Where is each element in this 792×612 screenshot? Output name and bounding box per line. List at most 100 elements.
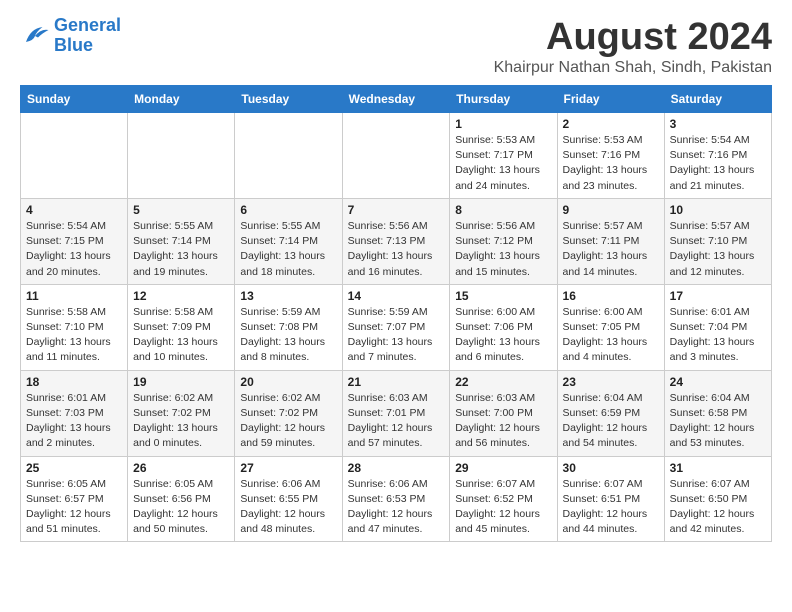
page-header: General Blue August 2024 Khairpur Nathan… (20, 16, 772, 77)
day-info: Sunrise: 5:59 AM Sunset: 7:08 PM Dayligh… (240, 305, 336, 366)
day-info: Sunrise: 5:56 AM Sunset: 7:12 PM Dayligh… (455, 219, 551, 280)
calendar-cell: 13 Sunrise: 5:59 AM Sunset: 7:08 PM Dayli… (235, 284, 342, 370)
logo-text: General Blue (54, 16, 121, 56)
day-info: Sunrise: 6:04 AM Sunset: 6:58 PM Dayligh… (670, 391, 766, 452)
day-number: 22 (455, 375, 551, 389)
calendar-cell: 30Sunrise: 6:07 AM Sunset: 6:51 PM Dayli… (557, 456, 664, 542)
day-info: Sunrise: 5:55 AM Sunset: 7:14 PM Dayligh… (240, 219, 336, 280)
day-info: Sunrise: 5:53 AM Sunset: 7:17 PM Dayligh… (455, 133, 551, 194)
day-number: 15 (455, 289, 551, 303)
day-info: Sunrise: 5:56 AM Sunset: 7:13 PM Dayligh… (348, 219, 445, 280)
day-number: 10 (670, 203, 766, 217)
day-info: Sunrise: 6:03 AM Sunset: 7:01 PM Dayligh… (348, 391, 445, 452)
day-info: Sunrise: 5:58 AM Sunset: 7:09 PM Dayligh… (133, 305, 229, 366)
calendar-cell: 5Sunrise: 5:55 AM Sunset: 7:14 PM Daylig… (128, 198, 235, 284)
weekday-header-wednesday: Wednesday (342, 86, 450, 113)
day-info: Sunrise: 6:07 AM Sunset: 6:50 PM Dayligh… (670, 477, 766, 538)
weekday-header-row: SundayMondayTuesdayWednesdayThursdayFrid… (21, 86, 772, 113)
day-number: 27 (240, 461, 336, 475)
calendar-cell: 4 Sunrise: 5:54 AM Sunset: 7:15 PM Daylig… (21, 198, 128, 284)
weekday-header-monday: Monday (128, 86, 235, 113)
calendar-cell: 2 Sunrise: 5:53 AM Sunset: 7:16 PM Daylig… (557, 113, 664, 199)
day-number: 29 (455, 461, 551, 475)
day-info: Sunrise: 6:05 AM Sunset: 6:57 PM Dayligh… (26, 477, 122, 538)
calendar-cell: 29 Sunrise: 6:07 AM Sunset: 6:52 PM Dayli… (450, 456, 557, 542)
calendar-week-1: 1 Sunrise: 5:53 AM Sunset: 7:17 PM Daylig… (21, 113, 772, 199)
day-info: Sunrise: 5:54 AM Sunset: 7:16 PM Dayligh… (670, 133, 766, 194)
day-number: 1 (455, 117, 551, 131)
logo: General Blue (20, 16, 121, 56)
day-info: Sunrise: 5:54 AM Sunset: 7:15 PM Dayligh… (26, 219, 122, 280)
day-info: Sunrise: 6:06 AM Sunset: 6:53 PM Dayligh… (348, 477, 445, 538)
day-info: Sunrise: 5:59 AM Sunset: 7:07 PM Dayligh… (348, 305, 445, 366)
weekday-header-saturday: Saturday (664, 86, 771, 113)
day-info: Sunrise: 6:07 AM Sunset: 6:51 PM Dayligh… (563, 477, 659, 538)
day-number: 6 (240, 203, 336, 217)
day-number: 20 (240, 375, 336, 389)
calendar-cell: 9Sunrise: 5:57 AM Sunset: 7:11 PM Daylig… (557, 198, 664, 284)
location-title: Khairpur Nathan Shah, Sindh, Pakistan (494, 59, 772, 77)
day-info: Sunrise: 6:03 AM Sunset: 7:00 PM Dayligh… (455, 391, 551, 452)
calendar-cell: 23Sunrise: 6:04 AM Sunset: 6:59 PM Dayli… (557, 370, 664, 456)
calendar-cell: 6 Sunrise: 5:55 AM Sunset: 7:14 PM Daylig… (235, 198, 342, 284)
day-number: 26 (133, 461, 229, 475)
weekday-header-friday: Friday (557, 86, 664, 113)
day-number: 16 (563, 289, 659, 303)
day-info: Sunrise: 6:05 AM Sunset: 6:56 PM Dayligh… (133, 477, 229, 538)
calendar-cell: 11Sunrise: 5:58 AM Sunset: 7:10 PM Dayli… (21, 284, 128, 370)
day-number: 2 (563, 117, 659, 131)
calendar-cell: 20 Sunrise: 6:02 AM Sunset: 7:02 PM Dayli… (235, 370, 342, 456)
calendar-cell (128, 113, 235, 199)
day-number: 18 (26, 375, 122, 389)
day-number: 13 (240, 289, 336, 303)
calendar-cell: 24 Sunrise: 6:04 AM Sunset: 6:58 PM Dayli… (664, 370, 771, 456)
calendar-cell: 7 Sunrise: 5:56 AM Sunset: 7:13 PM Daylig… (342, 198, 450, 284)
calendar-cell: 21Sunrise: 6:03 AM Sunset: 7:01 PM Dayli… (342, 370, 450, 456)
calendar-table: SundayMondayTuesdayWednesdayThursdayFrid… (20, 85, 772, 542)
weekday-header-tuesday: Tuesday (235, 86, 342, 113)
calendar-cell: 3 Sunrise: 5:54 AM Sunset: 7:16 PM Daylig… (664, 113, 771, 199)
calendar-cell: 12Sunrise: 5:58 AM Sunset: 7:09 PM Dayli… (128, 284, 235, 370)
calendar-cell: 22 Sunrise: 6:03 AM Sunset: 7:00 PM Dayli… (450, 370, 557, 456)
weekday-header-thursday: Thursday (450, 86, 557, 113)
day-info: Sunrise: 5:55 AM Sunset: 7:14 PM Dayligh… (133, 219, 229, 280)
calendar-week-3: 11Sunrise: 5:58 AM Sunset: 7:10 PM Dayli… (21, 284, 772, 370)
day-number: 9 (563, 203, 659, 217)
day-number: 7 (348, 203, 445, 217)
calendar-cell: 1 Sunrise: 5:53 AM Sunset: 7:17 PM Daylig… (450, 113, 557, 199)
calendar-cell: 28 Sunrise: 6:06 AM Sunset: 6:53 PM Dayli… (342, 456, 450, 542)
day-info: Sunrise: 6:00 AM Sunset: 7:05 PM Dayligh… (563, 305, 659, 366)
day-number: 3 (670, 117, 766, 131)
day-info: Sunrise: 5:53 AM Sunset: 7:16 PM Dayligh… (563, 133, 659, 194)
day-number: 31 (670, 461, 766, 475)
calendar-cell: 18 Sunrise: 6:01 AM Sunset: 7:03 PM Dayli… (21, 370, 128, 456)
calendar-cell: 26 Sunrise: 6:05 AM Sunset: 6:56 PM Dayli… (128, 456, 235, 542)
day-number: 28 (348, 461, 445, 475)
day-info: Sunrise: 6:01 AM Sunset: 7:04 PM Dayligh… (670, 305, 766, 366)
month-title: August 2024 (494, 16, 772, 59)
logo-icon (20, 21, 50, 51)
calendar-week-4: 18 Sunrise: 6:01 AM Sunset: 7:03 PM Dayli… (21, 370, 772, 456)
day-info: Sunrise: 6:02 AM Sunset: 7:02 PM Dayligh… (240, 391, 336, 452)
calendar-cell (342, 113, 450, 199)
day-number: 23 (563, 375, 659, 389)
day-info: Sunrise: 6:00 AM Sunset: 7:06 PM Dayligh… (455, 305, 551, 366)
calendar-cell: 10Sunrise: 5:57 AM Sunset: 7:10 PM Dayli… (664, 198, 771, 284)
day-info: Sunrise: 6:01 AM Sunset: 7:03 PM Dayligh… (26, 391, 122, 452)
calendar-cell: 25 Sunrise: 6:05 AM Sunset: 6:57 PM Dayli… (21, 456, 128, 542)
calendar-cell: 17 Sunrise: 6:01 AM Sunset: 7:04 PM Dayli… (664, 284, 771, 370)
day-number: 4 (26, 203, 122, 217)
day-number: 17 (670, 289, 766, 303)
calendar-cell: 14Sunrise: 5:59 AM Sunset: 7:07 PM Dayli… (342, 284, 450, 370)
day-number: 25 (26, 461, 122, 475)
day-number: 8 (455, 203, 551, 217)
calendar-cell: 19Sunrise: 6:02 AM Sunset: 7:02 PM Dayli… (128, 370, 235, 456)
title-block: August 2024 Khairpur Nathan Shah, Sindh,… (494, 16, 772, 77)
calendar-week-2: 4 Sunrise: 5:54 AM Sunset: 7:15 PM Daylig… (21, 198, 772, 284)
weekday-header-sunday: Sunday (21, 86, 128, 113)
day-info: Sunrise: 6:07 AM Sunset: 6:52 PM Dayligh… (455, 477, 551, 538)
day-number: 24 (670, 375, 766, 389)
calendar-cell: 8 Sunrise: 5:56 AM Sunset: 7:12 PM Daylig… (450, 198, 557, 284)
calendar-cell: 27Sunrise: 6:06 AM Sunset: 6:55 PM Dayli… (235, 456, 342, 542)
calendar-cell: 31 Sunrise: 6:07 AM Sunset: 6:50 PM Dayli… (664, 456, 771, 542)
